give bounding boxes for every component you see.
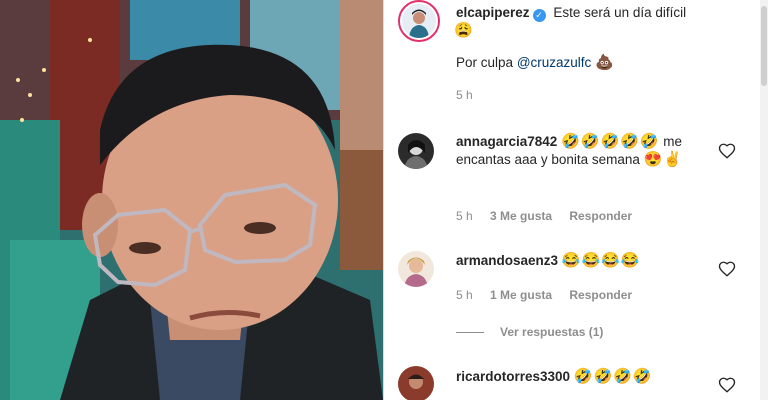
commenter-avatar[interactable] [398,366,434,400]
comment-trailing-emojis: 😍✌ [643,151,684,168]
comment-text: annagarcia7842 🤣🤣🤣🤣🤣 me encantas aaa y b… [456,133,706,169]
comment-likes[interactable]: 3 Me gusta [490,209,552,223]
commenter-avatar[interactable] [398,133,434,169]
caption-mention-link[interactable]: @cruzazulfc [517,55,591,70]
reply-button[interactable]: Responder [569,288,632,302]
comment-emojis: 🤣🤣🤣🤣 [573,368,653,385]
comment-likes[interactable]: 1 Me gusta [490,288,552,302]
view-replies-button[interactable]: Ver respuestas (1) [456,325,603,339]
view-replies-label: Ver respuestas (1) [500,325,604,339]
reply-button[interactable]: Responder [569,209,632,223]
comment-emojis: 🤣🤣🤣🤣🤣 [561,133,660,150]
comments-panel: elcapiperez ✓ Este será un día difícil 😩 … [384,0,768,400]
commenter-username[interactable]: armandosaenz3 [456,253,558,268]
caption-emoji-1: 😩 [454,22,474,39]
comment-timestamp[interactable]: 5 h [456,209,473,223]
like-heart-icon[interactable] [718,260,736,278]
caption-line-2: Por culpa @cruzazulfc 💩 [456,54,756,72]
comment-meta: 5 h 1 Me gusta Responder [456,288,646,302]
commenter-avatar-image [398,133,434,169]
post-photo-image [0,0,383,400]
commenter-username[interactable]: ricardotorres3300 [456,369,570,384]
scrollbar[interactable] [760,0,768,400]
author-avatar[interactable] [398,0,440,42]
post-photo [0,0,383,400]
caption-line-2-text: Por culpa [456,55,514,70]
scrollbar-thumb[interactable] [761,6,767,86]
like-heart-icon[interactable] [718,376,736,394]
caption-body: elcapiperez ✓ Este será un día difícil 😩 … [454,4,756,104]
comment-text: armandosaenz3 😂😂😂😂 [456,252,706,270]
comment-emojis: 😂😂😂😂 [561,252,641,269]
comment-text: ricardotorres3300 🤣🤣🤣🤣 [456,368,706,386]
commenter-avatar-image [398,251,434,287]
like-heart-icon[interactable] [718,142,736,160]
commenter-username[interactable]: annagarcia7842 [456,134,557,149]
caption-timestamp[interactable]: 5 h [456,86,756,104]
caption-emoji-2: 💩 [595,54,615,71]
comment-timestamp[interactable]: 5 h [456,288,473,302]
author-avatar-image [402,4,436,38]
commenter-avatar-image [398,366,434,400]
verified-badge-icon: ✓ [532,9,546,22]
author-username[interactable]: elcapiperez [456,5,530,20]
caption-line-1: Este será un día difícil [553,5,687,20]
commenter-avatar[interactable] [398,251,434,287]
replies-dash [456,332,484,334]
comment-meta: 5 h 3 Me gusta Responder [456,209,646,223]
